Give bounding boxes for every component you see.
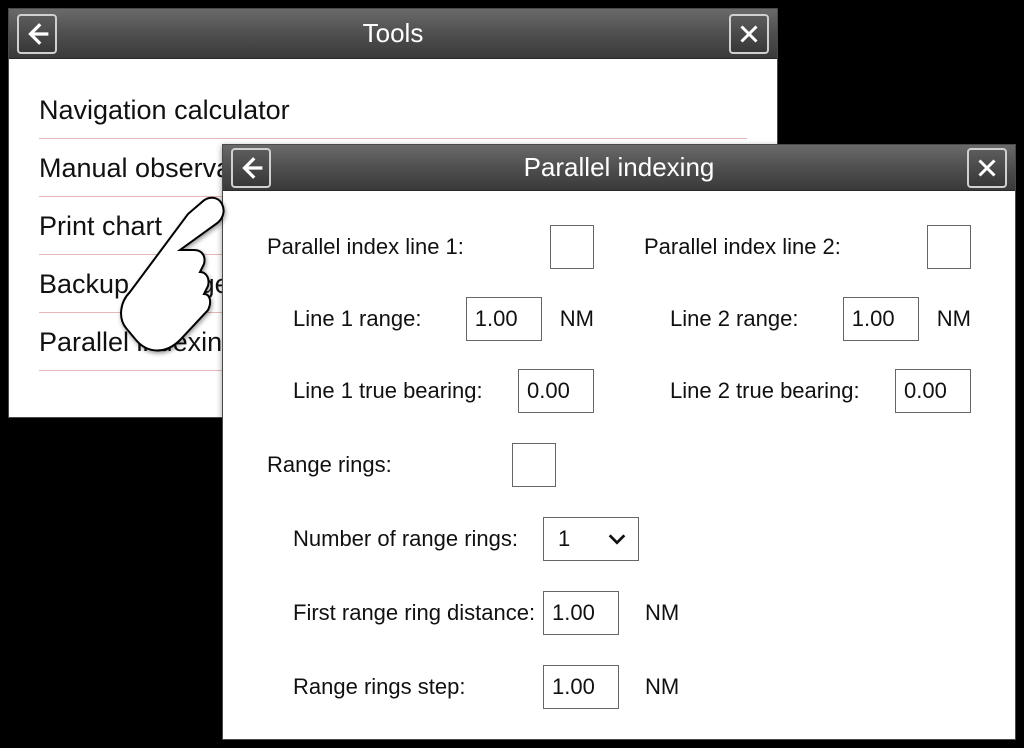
- close-icon: [737, 22, 761, 46]
- unit-label: NM: [645, 674, 679, 700]
- arrow-left-icon: [238, 155, 264, 181]
- pi-line2-bearing-input[interactable]: [895, 369, 971, 413]
- unit-label: NM: [560, 306, 594, 332]
- range-rings-step-label: Range rings step:: [293, 674, 523, 700]
- pi-lines-section: Parallel index line 1: Line 1 range: NM …: [267, 225, 971, 413]
- pi-line1-range-label: Line 1 range:: [293, 306, 421, 332]
- pi-title: Parallel indexing: [271, 152, 967, 183]
- range-rings-step-input[interactable]: [543, 665, 619, 709]
- pi-line2-label: Parallel index line 2:: [644, 234, 841, 260]
- unit-label: NM: [937, 306, 971, 332]
- arrow-left-icon: [24, 21, 50, 47]
- range-rings-label: Range rings:: [267, 452, 392, 478]
- range-rings-checkbox[interactable]: [512, 443, 556, 487]
- pi-line1-range-input[interactable]: [466, 297, 542, 341]
- back-button[interactable]: [231, 148, 271, 188]
- parallel-indexing-panel: Parallel indexing Parallel index line 1:…: [222, 144, 1016, 740]
- pi-line1-bearing-input[interactable]: [518, 369, 594, 413]
- pi-line1-checkbox[interactable]: [550, 225, 594, 269]
- pi-line2-range-input[interactable]: [843, 297, 919, 341]
- close-button[interactable]: [967, 148, 1007, 188]
- pi-line2-range-label: Line 2 range:: [670, 306, 798, 332]
- pi-body: Parallel index line 1: Line 1 range: NM …: [223, 191, 1015, 739]
- pi-line1-label: Parallel index line 1:: [267, 234, 464, 260]
- close-button[interactable]: [729, 14, 769, 54]
- pi-line2-bearing-label: Line 2 true bearing:: [670, 378, 860, 404]
- tools-item-navigation-calculator[interactable]: Navigation calculator: [39, 81, 747, 139]
- tools-titlebar: Tools: [9, 9, 777, 59]
- close-icon: [975, 156, 999, 180]
- back-button[interactable]: [17, 14, 57, 54]
- range-rings-count-select[interactable]: 1: [543, 517, 639, 561]
- first-ring-distance-label: First range ring distance:: [293, 600, 523, 626]
- tools-title: Tools: [57, 18, 729, 49]
- unit-label: NM: [645, 600, 679, 626]
- chevron-down-icon: [606, 528, 628, 550]
- first-ring-distance-input[interactable]: [543, 591, 619, 635]
- pi-line1-bearing-label: Line 1 true bearing:: [293, 378, 483, 404]
- range-rings-count-label: Number of range rings:: [293, 526, 523, 552]
- pi-line2-checkbox[interactable]: [927, 225, 971, 269]
- range-rings-count-value: 1: [558, 526, 570, 552]
- pi-titlebar: Parallel indexing: [223, 145, 1015, 191]
